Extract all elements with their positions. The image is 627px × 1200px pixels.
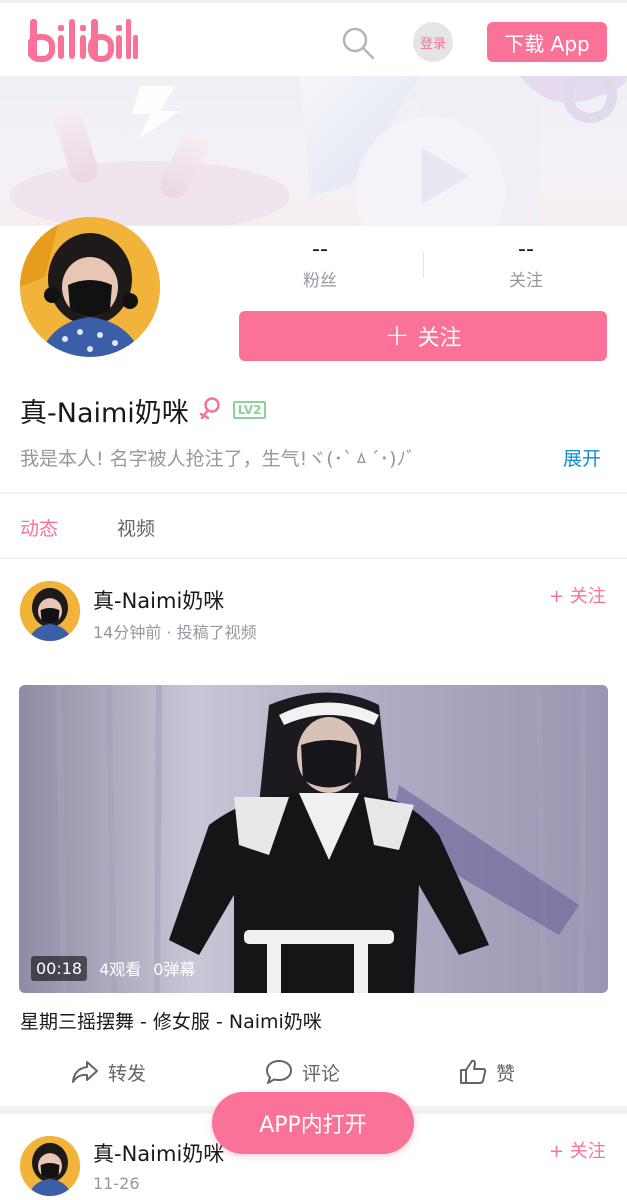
profile-name: 真-Naimi奶咪	[20, 397, 189, 429]
expand-bio-link[interactable]: 展开	[563, 444, 601, 471]
bilibili-logo[interactable]	[28, 13, 138, 67]
tab-dynamics[interactable]: 动态	[20, 514, 58, 541]
like-button[interactable]: 赞	[458, 1056, 515, 1088]
follow-button-label: 关注	[417, 326, 462, 351]
video-duration: 00:18	[31, 955, 88, 981]
card-avatar[interactable]	[20, 581, 80, 641]
fans-stat[interactable]: -- 粉丝	[230, 236, 410, 291]
avatar-image	[20, 217, 160, 357]
tab-videos[interactable]: 视频	[117, 514, 155, 541]
like-label: 赞	[496, 1062, 516, 1085]
following-label: 关注	[509, 271, 543, 291]
stat-divider	[423, 252, 424, 278]
video-views: 4观看	[99, 960, 142, 979]
card-meta: 14分钟前 · 投稿了视频	[93, 623, 257, 642]
avatar-image	[20, 581, 80, 641]
login-button[interactable]: 登录	[413, 22, 453, 62]
card-author-name[interactable]: 真-Naimi奶咪	[93, 1138, 224, 1168]
fans-count: --	[312, 237, 328, 262]
video-thumbnail[interactable]	[19, 685, 608, 993]
plus-icon: +	[384, 318, 410, 353]
following-count: --	[518, 237, 534, 262]
profile-bio: 我是本人! 名字被人抢注了，生气!ヾ(･`ㅿ´･)ﾉﾞ	[20, 448, 416, 470]
top-bar: 登录 下载 App	[0, 0, 627, 76]
profile-name-row: 真-Naimi奶咪 LV2	[20, 390, 267, 430]
download-app-button[interactable]: 下载 App	[487, 22, 607, 62]
fans-label: 粉丝	[303, 271, 337, 291]
thumbs-up-icon	[460, 1059, 487, 1084]
video-thumbnail-image	[19, 685, 608, 993]
section-divider	[0, 492, 627, 494]
video-title[interactable]: 星期三摇摆舞 - 修女服 - Naimi奶咪	[20, 1007, 322, 1034]
card-meta: 11-26	[93, 1174, 140, 1193]
open-in-app-button[interactable]: APP内打开	[212, 1092, 414, 1154]
card-follow-button[interactable]: + 关注	[549, 1137, 606, 1163]
card-avatar[interactable]	[20, 1136, 80, 1196]
comment-icon	[266, 1060, 292, 1084]
profile-avatar[interactable]	[20, 217, 160, 357]
comment-label: 评论	[302, 1062, 341, 1085]
search-icon	[342, 27, 375, 60]
share-icon	[72, 1061, 98, 1083]
comment-button[interactable]: 评论	[264, 1056, 340, 1088]
card-author-name[interactable]: 真-Naimi奶咪	[93, 585, 224, 615]
video-stats: 00:18 4观看 0弹幕	[31, 953, 195, 983]
following-stat[interactable]: -- 关注	[436, 236, 616, 291]
video-danmaku: 0弹幕	[153, 960, 196, 979]
share-label: 转发	[108, 1062, 147, 1085]
level-badge: LV2	[232, 401, 267, 419]
banner-decoration	[10, 76, 627, 226]
tabs-divider	[0, 557, 627, 559]
female-icon	[199, 397, 220, 420]
profile-banner	[0, 76, 627, 226]
card-follow-button[interactable]: + 关注	[549, 582, 606, 608]
share-button[interactable]: 转发	[70, 1056, 146, 1088]
follow-button[interactable]: + 关注	[239, 311, 607, 361]
search-button[interactable]	[338, 23, 378, 63]
avatar-image	[20, 1136, 80, 1196]
